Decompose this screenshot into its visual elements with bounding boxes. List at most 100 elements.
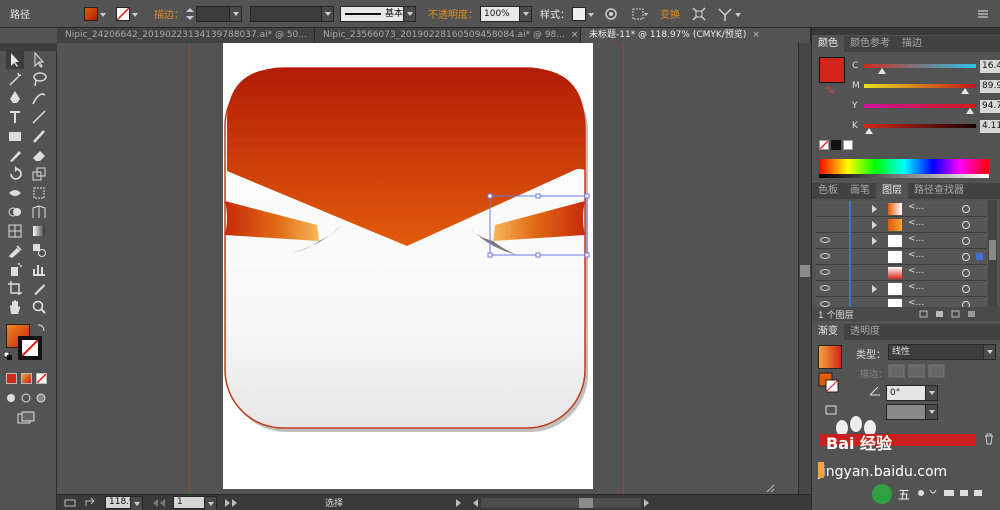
document-tab-1[interactable]: Nipic_24206642_20190223134139788037.ai* …	[57, 28, 315, 43]
brush-definition[interactable]: 基本	[340, 5, 416, 22]
none-mode-icon[interactable]	[36, 373, 47, 384]
rotate-tool-icon[interactable]	[6, 165, 24, 183]
layer-row[interactable]: <...	[816, 201, 986, 217]
visibility-eye-icon[interactable]	[820, 237, 830, 243]
magic-wand-icon[interactable]	[6, 70, 24, 88]
zoom-field[interactable]: 118.97	[105, 496, 143, 510]
hscroll-left-icon[interactable]	[471, 497, 481, 509]
tab-pathfinder[interactable]: 路径查找器	[908, 183, 970, 199]
puppet-warp-icon[interactable]	[716, 5, 734, 23]
expand-arrow-icon[interactable]	[872, 221, 877, 229]
layers-scrollbar[interactable]	[988, 200, 997, 310]
gradient-angle-field[interactable]: 0°	[886, 385, 938, 401]
expand-arrow-icon[interactable]	[872, 237, 877, 245]
gradient-mode-icon[interactable]	[21, 373, 32, 384]
stroke-label[interactable]: 描边：	[154, 6, 184, 21]
color-mode-icon[interactable]	[6, 373, 17, 384]
zoom-tool-icon[interactable]	[30, 298, 48, 316]
white-color-icon[interactable]	[843, 140, 853, 150]
channel-slider-track[interactable]	[864, 124, 976, 134]
visibility-eye-icon[interactable]	[820, 253, 830, 259]
mesh-tool-icon[interactable]	[6, 222, 24, 240]
document-tab-2[interactable]: Nipic_23566073_20190228160509458084.ai* …	[315, 28, 581, 43]
close-icon[interactable]: ×	[752, 28, 760, 43]
scrollbar-thumb[interactable]	[800, 265, 810, 277]
dock-grip[interactable]	[812, 28, 1000, 35]
lasso-icon[interactable]	[30, 70, 48, 88]
trash-icon[interactable]	[982, 432, 996, 446]
first-artboard-icon[interactable]	[149, 497, 169, 509]
channel-slider-knob[interactable]	[864, 128, 873, 134]
graphic-style-swatch[interactable]	[572, 6, 586, 21]
symbol-sprayer-icon[interactable]	[6, 260, 24, 278]
rectangle-tool-icon[interactable]	[6, 127, 24, 145]
document-tab-3-active[interactable]: 未标题-11* @ 118.97% (CMYK/预览) ×	[581, 28, 811, 43]
gradient-stroke-options[interactable]	[888, 364, 948, 378]
target-circle-icon[interactable]	[962, 285, 970, 293]
target-circle-icon[interactable]	[962, 269, 970, 277]
channel-value-field[interactable]: 4.11	[980, 119, 1000, 133]
draw-normal-icon[interactable]	[6, 393, 17, 403]
gradient-preview[interactable]	[818, 345, 842, 369]
tab-brushes[interactable]: 画笔	[844, 183, 876, 199]
channel-value-field[interactable]: 16.48	[980, 59, 1000, 73]
hscroll-thumb[interactable]	[579, 497, 594, 508]
paintbrush-tool-icon[interactable]	[30, 127, 48, 145]
layer-name[interactable]: <...	[908, 282, 924, 292]
channel-slider-knob[interactable]	[966, 108, 975, 114]
swap-fill-stroke-icon[interactable]	[36, 323, 46, 333]
expand-arrow-icon[interactable]	[872, 205, 877, 213]
direct-selection-tool-icon[interactable]	[30, 51, 48, 69]
eraser-tool-icon[interactable]	[30, 146, 48, 164]
opacity-label[interactable]: 不透明度：	[428, 6, 478, 21]
none-color-icon[interactable]	[819, 140, 829, 150]
channel-slider-track[interactable]	[864, 64, 976, 74]
layer-row[interactable]: <...	[816, 265, 986, 281]
black-color-icon[interactable]	[831, 140, 841, 150]
draw-inside-icon[interactable]	[36, 393, 47, 403]
tab-swatches[interactable]: 色板	[812, 183, 844, 199]
screen-mode-icon[interactable]	[17, 411, 35, 425]
tools-panel-grip[interactable]	[0, 43, 57, 51]
line-segment-tool-icon[interactable]	[30, 108, 48, 126]
style-dropdown-icon[interactable]	[586, 5, 596, 23]
tab-stroke[interactable]: 描边	[896, 36, 928, 52]
opacity-field[interactable]: 100%	[480, 5, 532, 22]
layer-row[interactable]: <...	[816, 233, 986, 249]
tab-gradient[interactable]: 渐变	[812, 324, 844, 340]
stroke-dropdown-icon[interactable]	[130, 5, 140, 23]
slice-tool-icon[interactable]	[30, 279, 48, 297]
zoom-out-icon[interactable]	[63, 497, 77, 509]
isolate-icon[interactable]	[690, 5, 708, 23]
default-colors-icon[interactable]	[3, 351, 12, 360]
shape-builder-tool-icon[interactable]	[6, 203, 24, 221]
draw-behind-icon[interactable]	[21, 393, 32, 403]
hscroll-right-icon[interactable]	[641, 497, 651, 509]
curvature-tool-icon[interactable]	[30, 89, 48, 107]
current-fill-color[interactable]	[819, 57, 845, 83]
layer-actions-icons[interactable]	[918, 309, 988, 319]
expand-arrow-icon[interactable]	[872, 285, 877, 293]
layer-name[interactable]: <...	[908, 250, 924, 260]
gradient-tool-icon[interactable]	[30, 222, 48, 240]
column-graph-icon[interactable]	[30, 260, 48, 278]
recolor-artwork-icon[interactable]	[602, 5, 620, 23]
target-circle-icon[interactable]	[962, 221, 970, 229]
pencil-tool-icon[interactable]	[6, 146, 24, 164]
tab-layers[interactable]: 图层	[876, 183, 908, 199]
stroke-color-swatch[interactable]	[18, 336, 42, 360]
width-tool-icon[interactable]	[6, 184, 24, 202]
visibility-eye-icon[interactable]	[820, 285, 830, 291]
status-menu-icon[interactable]	[453, 497, 463, 509]
panel-menu-icon[interactable]	[974, 5, 992, 23]
transform-link[interactable]: 变换	[660, 6, 680, 21]
fill-dropdown-icon[interactable]	[98, 5, 108, 23]
free-transform-tool-icon[interactable]	[30, 184, 48, 202]
next-artboard-icon[interactable]	[221, 497, 245, 509]
spectrum-grayscale[interactable]	[819, 174, 989, 178]
hand-tool-icon[interactable]	[6, 298, 24, 316]
more-options-icon[interactable]	[734, 5, 742, 23]
tab-transparency[interactable]: 透明度	[844, 324, 886, 340]
type-tool-icon[interactable]	[6, 108, 24, 126]
layer-row[interactable]: <...	[816, 217, 986, 233]
